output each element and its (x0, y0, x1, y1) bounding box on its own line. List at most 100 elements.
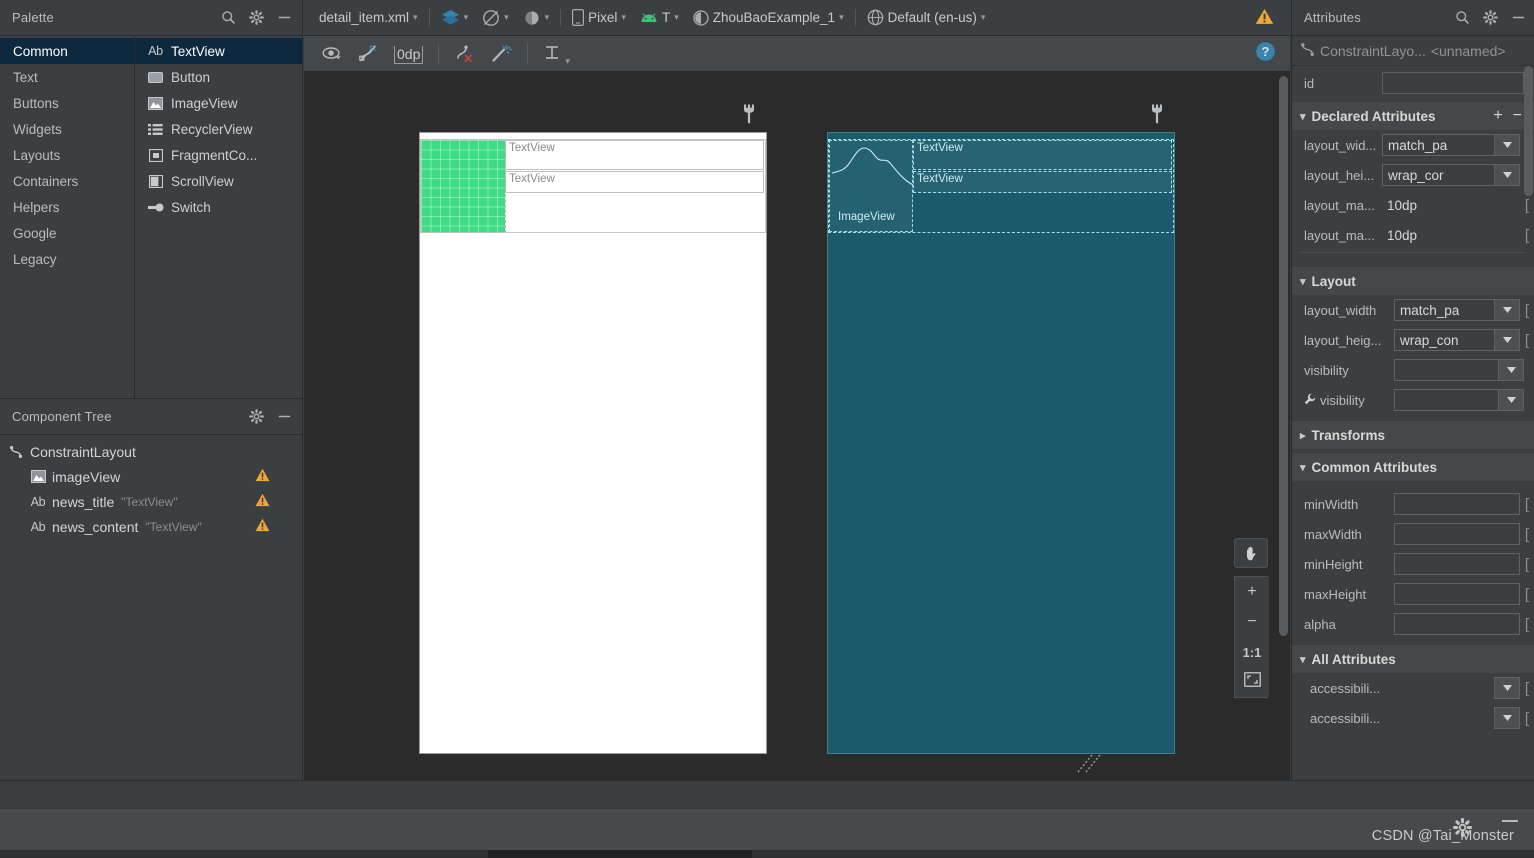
palette-item-imageview[interactable]: ImageView (135, 90, 302, 116)
canvas-scrollbar-thumb[interactable] (1279, 76, 1288, 636)
attr-expand-bracket[interactable]: [ (1520, 680, 1534, 697)
canvas-resize-handle[interactable] (1076, 752, 1102, 774)
gear-icon[interactable] (1483, 10, 1498, 25)
warning-icon[interactable] (255, 518, 270, 535)
chevron-down-icon[interactable] (1494, 299, 1520, 321)
zoom-actual-size-button[interactable]: 1:1 (1235, 637, 1269, 667)
canvas-scrollbar[interactable] (1279, 76, 1288, 766)
design-imageview[interactable] (420, 139, 506, 233)
chevron-down-icon[interactable] (1494, 134, 1520, 156)
palette-category-layouts[interactable]: Layouts (0, 142, 134, 168)
blueprint-textview-title[interactable]: TextView (913, 140, 1172, 170)
file-name-dropdown[interactable]: detail_item.xml ▾ (312, 5, 425, 31)
palette-category-containers[interactable]: Containers (0, 168, 134, 194)
section-all-attributes[interactable]: ▾ All Attributes (1292, 645, 1534, 673)
attr-expand-bracket[interactable]: [ (1520, 496, 1534, 513)
attr-expand-bracket[interactable]: [ (1520, 526, 1534, 543)
tree-node-constraintlayout[interactable]: ConstraintLayout (0, 439, 302, 464)
clear-constraints-button[interactable] (446, 41, 483, 67)
minimize-icon[interactable] (1502, 820, 1518, 822)
attr-value[interactable]: 10dp (1382, 224, 1520, 246)
attr-value[interactable] (1388, 707, 1494, 729)
attr-value[interactable]: wrap_cor (1382, 164, 1494, 186)
orientation-button[interactable]: ▾ (475, 5, 516, 31)
zoom-to-fit-button[interactable] (1235, 667, 1269, 697)
attributes-scrollbar-thumb[interactable] (1524, 66, 1533, 196)
tree-node-news-title[interactable]: Ab news_title "TextView" (0, 489, 302, 514)
palette-category-widgets[interactable]: Widgets (0, 116, 134, 142)
palette-item-textview[interactable]: Ab TextView (135, 38, 302, 64)
warning-icon[interactable] (255, 468, 270, 485)
view-options-button[interactable] (314, 41, 350, 67)
attr-expand-bracket[interactable]: [ (1520, 556, 1534, 573)
section-transforms[interactable]: ▸ Transforms (1292, 421, 1534, 449)
theme-dropdown[interactable]: ZhouBaoExample_1 ▾ (686, 5, 851, 31)
view-mode-button[interactable]: ▾ (434, 5, 476, 31)
attr-value[interactable] (1394, 553, 1520, 575)
add-attribute-button[interactable]: + (1493, 107, 1502, 125)
api-level-dropdown[interactable]: T ▾ (633, 5, 686, 31)
design-surface[interactable]: TextView TextView (419, 132, 767, 754)
device-dropdown[interactable]: Pixel ▾ (565, 5, 633, 31)
gear-icon[interactable] (249, 409, 264, 424)
pan-tool-button[interactable] (1234, 538, 1268, 568)
minimize-icon[interactable] (277, 10, 292, 25)
minimize-icon[interactable] (277, 409, 292, 424)
palette-category-legacy[interactable]: Legacy (0, 246, 134, 272)
palette-category-text[interactable]: Text (0, 64, 134, 90)
attr-expand-bracket[interactable]: [ (1520, 710, 1534, 727)
attr-combo[interactable] (1394, 359, 1524, 381)
taskbar-active-item[interactable] (488, 850, 752, 858)
minimize-icon[interactable] (1511, 10, 1526, 25)
chevron-down-icon[interactable] (1494, 707, 1520, 729)
attr-value[interactable] (1394, 583, 1520, 605)
default-margin-control[interactable]: 0dp (386, 41, 431, 67)
attr-expand-bracket[interactable]: [ (1520, 197, 1534, 214)
attr-value[interactable]: match_pa (1382, 134, 1494, 156)
help-button[interactable]: ? (1255, 41, 1276, 67)
tree-node-imageview[interactable]: imageView (0, 464, 302, 489)
attr-value[interactable] (1394, 389, 1498, 411)
attr-value[interactable]: match_pa (1394, 299, 1494, 321)
zoom-out-button[interactable]: − (1235, 607, 1269, 637)
chevron-down-icon[interactable] (1494, 164, 1520, 186)
attr-combo[interactable] (1388, 707, 1520, 729)
attr-combo[interactable]: wrap_cor (1382, 164, 1520, 186)
blueprint-surface[interactable]: ImageView TextView TextView (827, 132, 1175, 754)
palette-item-switch[interactable]: Switch (135, 194, 302, 220)
attr-combo[interactable]: match_pa (1382, 134, 1520, 156)
margin-value[interactable]: 0dp (394, 45, 424, 64)
blueprint-surface-wrench-icon[interactable] (1150, 104, 1164, 129)
search-icon[interactable] (1455, 10, 1470, 25)
palette-item-scrollview[interactable]: ScrollView (135, 168, 302, 194)
attr-value[interactable]: wrap_con (1394, 329, 1494, 351)
section-common-attributes[interactable]: ▾ Common Attributes (1292, 453, 1534, 481)
palette-item-button[interactable]: Button (135, 64, 302, 90)
guidelines-button[interactable]: ▾ (535, 41, 578, 67)
attr-combo[interactable]: wrap_con (1394, 329, 1520, 351)
search-icon[interactable] (221, 10, 236, 25)
palette-category-google[interactable]: Google (0, 220, 134, 246)
palette-category-buttons[interactable]: Buttons (0, 90, 134, 116)
attr-value[interactable] (1388, 677, 1494, 699)
attr-expand-bracket[interactable]: [ (1520, 227, 1534, 244)
palette-category-common[interactable]: Common (0, 38, 134, 64)
autoconnect-button[interactable] (350, 41, 386, 67)
infer-constraints-button[interactable] (483, 41, 520, 67)
attr-expand-bracket[interactable]: [ (1520, 302, 1534, 319)
warning-icon[interactable] (255, 493, 270, 510)
attr-value[interactable]: 10dp (1382, 194, 1520, 216)
blueprint-imageview[interactable]: ImageView (829, 140, 914, 232)
palette-item-fragment-container[interactable]: FragmentCo... (135, 142, 302, 168)
zoom-in-button[interactable]: + (1235, 577, 1269, 607)
attr-expand-bracket[interactable]: [ (1520, 586, 1534, 603)
chevron-down-icon[interactable] (1494, 677, 1520, 699)
theme-button[interactable]: ▾ (516, 5, 557, 31)
design-canvas[interactable]: TextView TextView ImageView TextView Tex… (304, 72, 1290, 780)
attr-combo[interactable] (1394, 389, 1524, 411)
attr-value[interactable] (1394, 359, 1498, 381)
palette-category-helpers[interactable]: Helpers (0, 194, 134, 220)
gear-icon[interactable] (249, 10, 264, 25)
design-textview-content[interactable]: TextView (505, 171, 764, 193)
remove-attribute-button[interactable]: − (1513, 107, 1522, 125)
